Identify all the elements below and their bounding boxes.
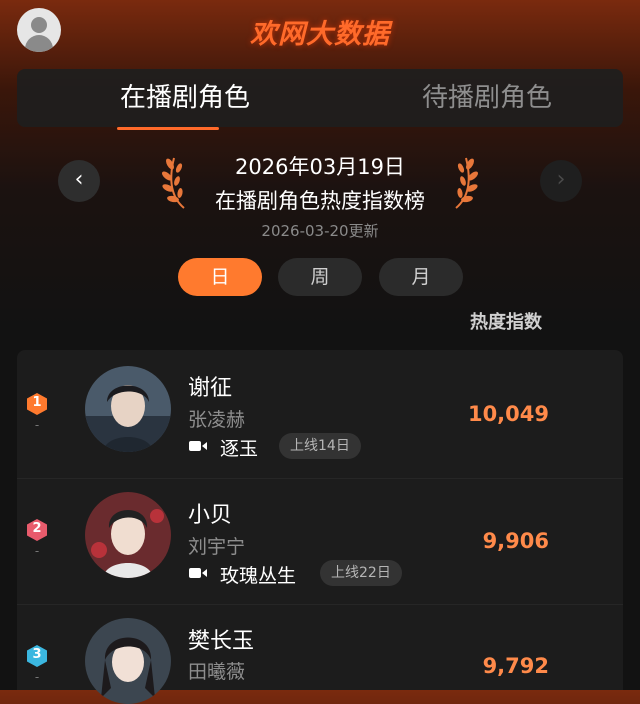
heat-index-value: 9,906 [482,529,549,553]
tab-airing-roles[interactable]: 在播剧角色 [65,69,305,127]
period-week-button[interactable]: 周 [278,258,362,296]
tab-upcoming-roles[interactable]: 待播剧角色 [367,69,607,127]
rank-change: - [34,670,40,684]
rank-change: - [34,418,40,432]
divider [17,604,623,605]
character-portrait[interactable] [85,366,171,452]
character-portrait[interactable] [85,492,171,578]
app-logo: 欢网大数据 [250,19,390,50]
divider [17,478,623,479]
period-month-button[interactable]: 月 [379,258,463,296]
tab-bar: 在播剧角色 待播剧角色 [17,69,623,127]
ranking-date: 2026年03月19日 [235,155,405,179]
rank-number: 1 [32,395,42,410]
heat-index-value: 10,049 [467,402,549,426]
update-time: 2026-03-20更新 [261,222,379,240]
ranking-title: 在播剧角色热度指数榜 [215,189,425,213]
drama-name[interactable]: 逐玉 [220,434,258,461]
actor-name: 刘宇宁 [188,536,246,558]
heat-index-value: 9,792 [482,654,549,678]
actor-name: 张凌赫 [188,409,246,431]
video-camera-icon [189,568,207,578]
aired-days-badge: 上线22日 [320,560,402,586]
character-name: 小贝 [188,503,233,528]
actor-name: 田曦薇 [188,661,246,683]
heat-index-column-header: 热度指数 [470,312,542,333]
video-camera-icon [189,441,207,451]
rank-change: - [34,544,40,558]
period-day-button[interactable]: 日 [178,258,262,296]
rank-number: 3 [32,647,42,662]
active-tab-indicator [117,127,219,130]
rank-number: 2 [32,521,42,536]
character-portrait[interactable] [85,618,171,704]
drama-name[interactable]: 玫瑰丛生 [220,561,296,588]
character-name: 樊长玉 [188,629,255,654]
character-name: 谢征 [188,376,233,401]
aired-days-badge: 上线14日 [279,433,361,459]
